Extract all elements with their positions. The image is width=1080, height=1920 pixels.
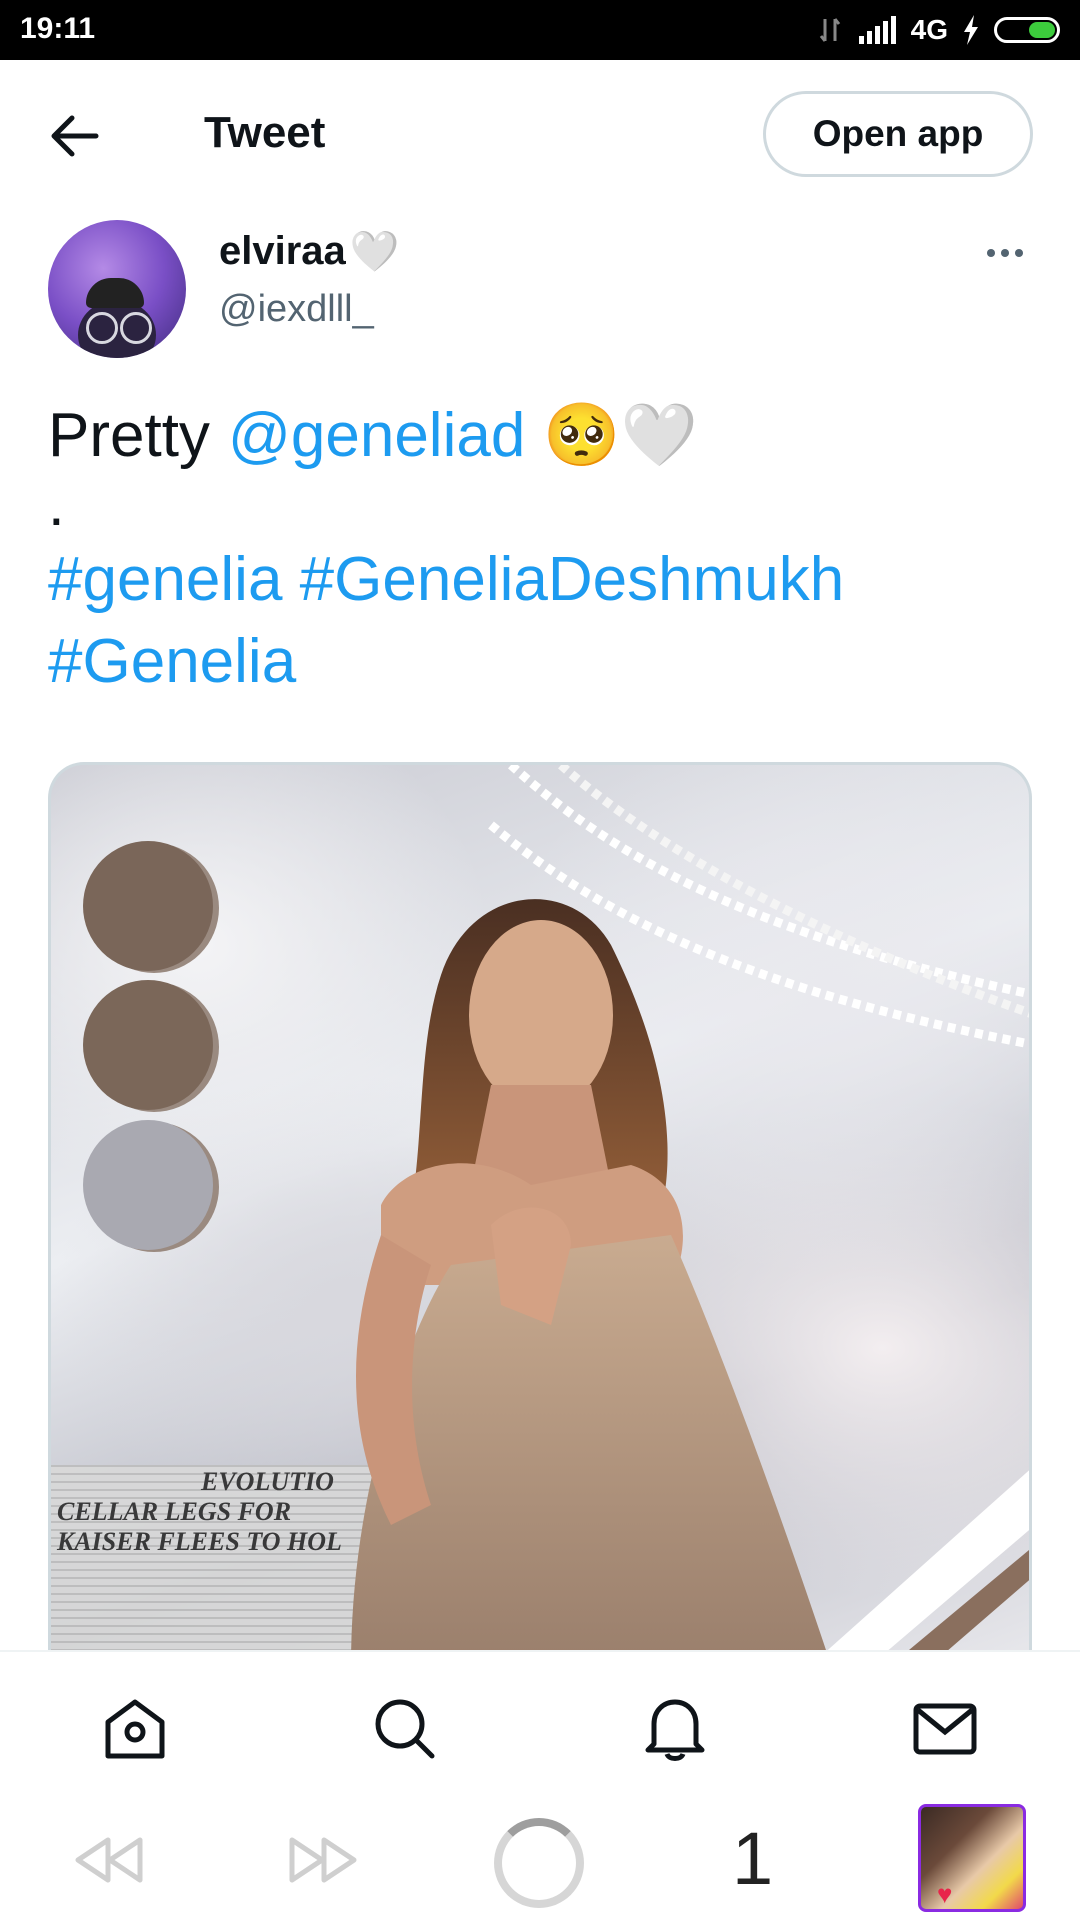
tweet-emojis: 🥺🤍 (543, 401, 698, 470)
header: Tweet Open app (0, 60, 1080, 210)
white-heart-emoji: 🤍 (349, 230, 400, 274)
tweet-dot: . (48, 471, 65, 538)
rewind-icon[interactable] (68, 1830, 148, 1890)
profile-thumbnail[interactable]: ♥ (918, 1804, 1026, 1912)
signal-icon (858, 16, 896, 44)
back-arrow-icon[interactable] (44, 108, 104, 164)
charging-icon (964, 15, 978, 45)
open-app-button[interactable]: Open app (763, 91, 1033, 177)
heart-icon: ♥ (937, 1879, 953, 1909)
status-time: 19:11 (20, 12, 96, 45)
notifications-icon[interactable] (640, 1694, 710, 1764)
tweet-text: Pretty @geneliad 🥺🤍 . #genelia #GeneliaD… (48, 395, 1038, 703)
battery-icon (994, 17, 1060, 43)
loading-spinner-icon (494, 1818, 584, 1908)
tweet-media-image[interactable]: EVOLUTIO CELLAR LEGS FOR KAISER FLEES TO… (48, 762, 1032, 1662)
mention-link[interactable]: @geneliad (228, 395, 525, 477)
bottom-tab-bar (0, 1650, 1080, 1802)
tab-count[interactable]: 1 (732, 1816, 773, 1901)
author-handle[interactable]: @iexdlll_ (219, 288, 374, 331)
hashtag-link[interactable]: #genelia (48, 545, 282, 614)
status-bar: 19:11 4G (0, 0, 1080, 60)
search-icon[interactable] (370, 1694, 440, 1764)
woman-photo (351, 899, 830, 1662)
fast-forward-icon[interactable] (284, 1830, 364, 1890)
messages-icon[interactable] (910, 1694, 980, 1764)
network-type: 4G (910, 14, 948, 45)
tweet-text-prefix: Pretty (48, 401, 210, 470)
author-name[interactable]: elviraa 🤍 (219, 228, 400, 275)
hashtag-link[interactable]: #GeneliaDeshmukh (300, 545, 845, 614)
hashtag-link[interactable]: #Genelia (48, 627, 296, 696)
more-options-button[interactable] (980, 238, 1030, 268)
status-indicators: 4G (817, 12, 1060, 48)
home-icon[interactable] (100, 1694, 170, 1764)
avatar[interactable] (48, 220, 186, 358)
display-name-text: elviraa (219, 229, 346, 273)
system-nav-bar: 1 ♥ (0, 1800, 1080, 1920)
data-arrows-icon (819, 18, 840, 42)
page-title: Tweet (204, 108, 326, 157)
